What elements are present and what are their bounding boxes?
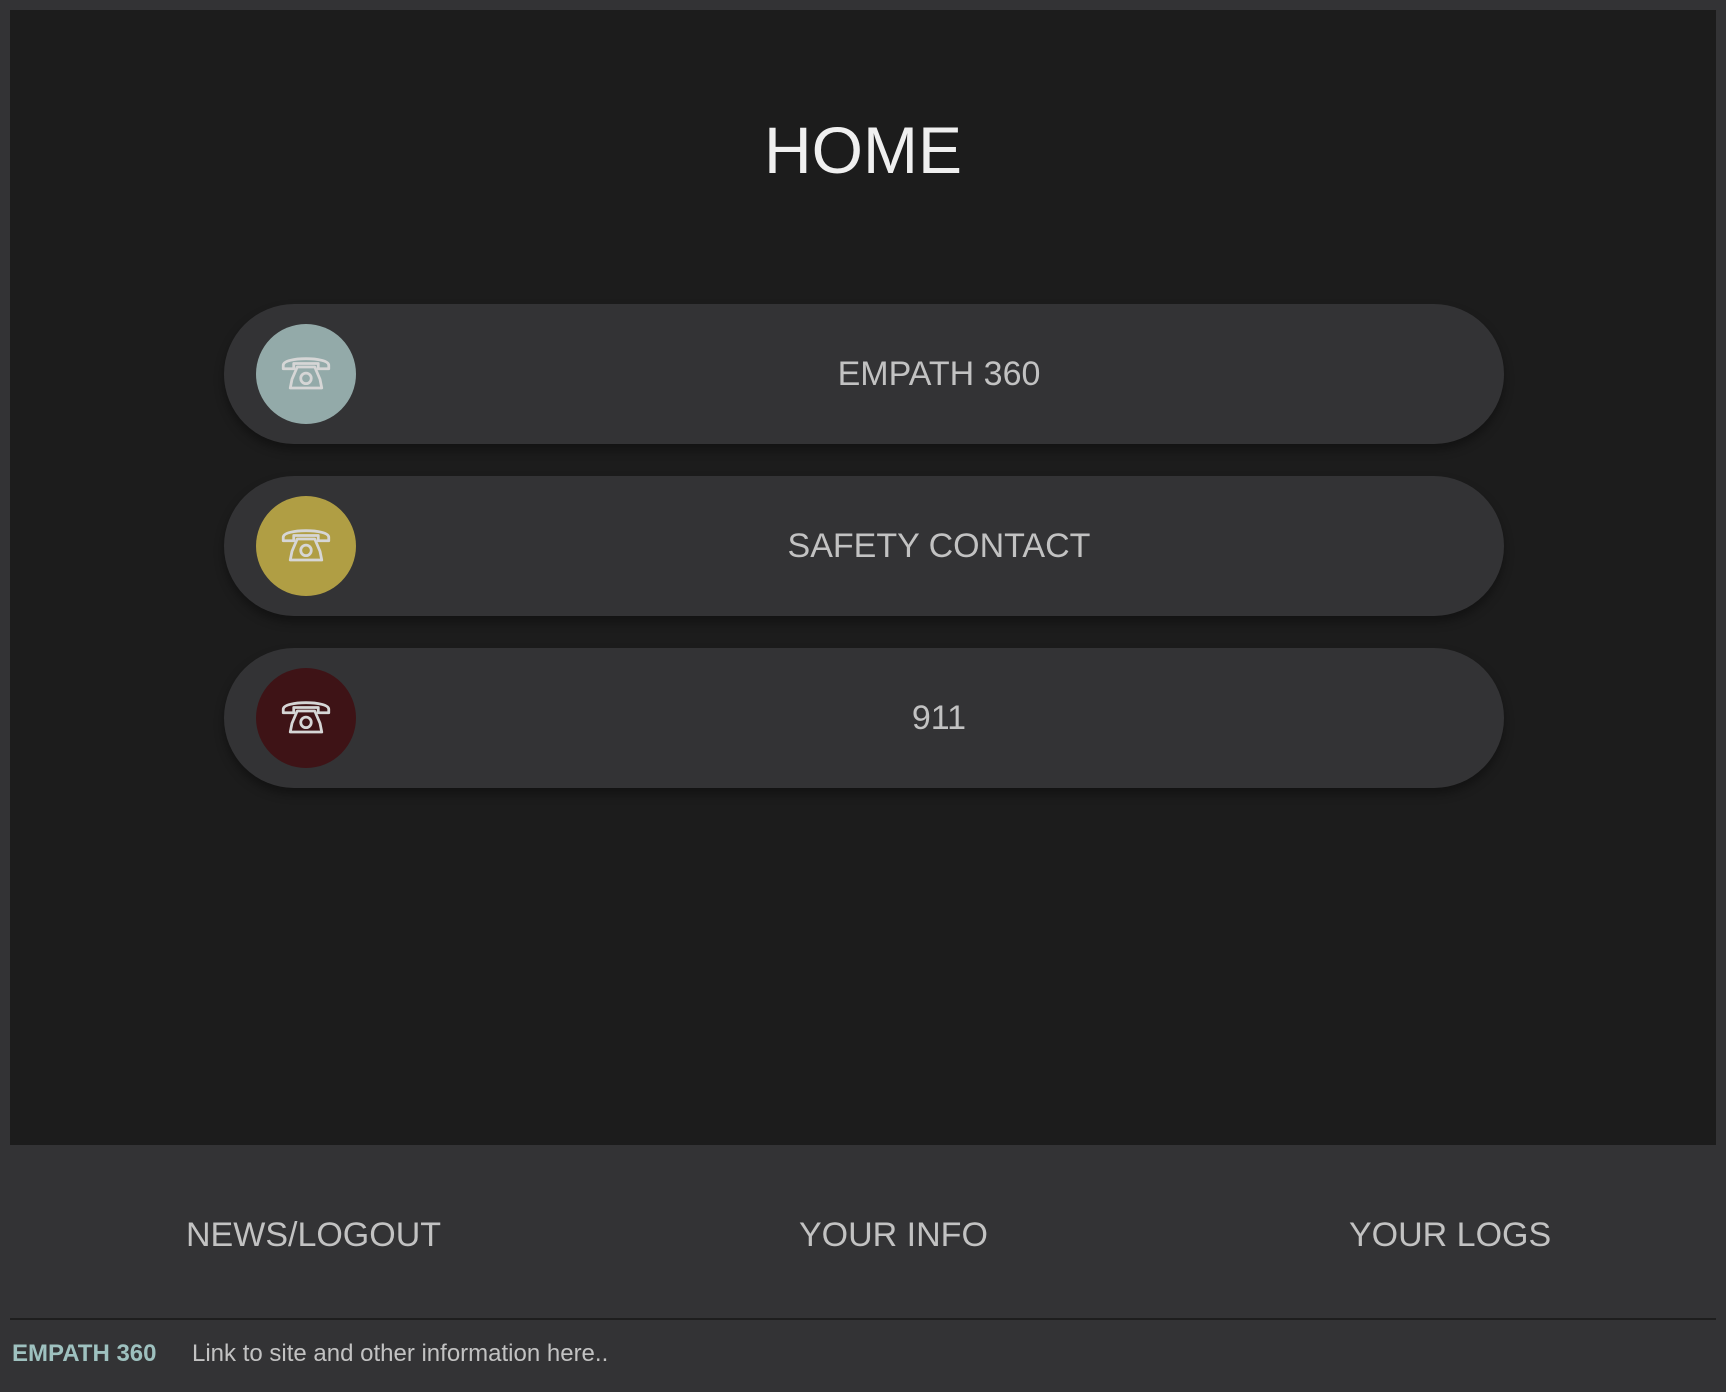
footer-link[interactable]: Link to site and other information here.… <box>192 1338 608 1370</box>
footer-brand: EMPATH 360 <box>12 1340 157 1367</box>
contact-button-safety-contact[interactable]: SAFETY CONTACT <box>224 476 1504 616</box>
footer: EMPATH 360 Link to site and other inform… <box>10 1318 1716 1392</box>
bottom-nav: NEWS/LOGOUT YOUR INFO YOUR LOGS <box>10 1145 1716 1318</box>
contact-button-911[interactable]: 911 <box>224 648 1504 788</box>
contact-list: EMPATH 360 SAFETY CONTACT 911 <box>224 304 1504 820</box>
contact-label: SAFETY CONTACT <box>787 527 1091 565</box>
nav-your-info[interactable]: YOUR INFO <box>799 1215 988 1255</box>
main-content: HOME EMPATH 360 SAFETY CONTACT 911 <box>10 10 1716 1145</box>
nav-your-logs[interactable]: YOUR LOGS <box>1349 1215 1551 1255</box>
phone-icon <box>256 668 356 768</box>
contact-button-empath-360[interactable]: EMPATH 360 <box>224 304 1504 444</box>
phone-icon <box>256 496 356 596</box>
nav-news-logout[interactable]: NEWS/LOGOUT <box>186 1215 441 1255</box>
page-title: HOME <box>764 113 962 187</box>
phone-icon <box>256 324 356 424</box>
contact-label: EMPATH 360 <box>837 355 1041 393</box>
contact-label: 911 <box>911 699 967 737</box>
